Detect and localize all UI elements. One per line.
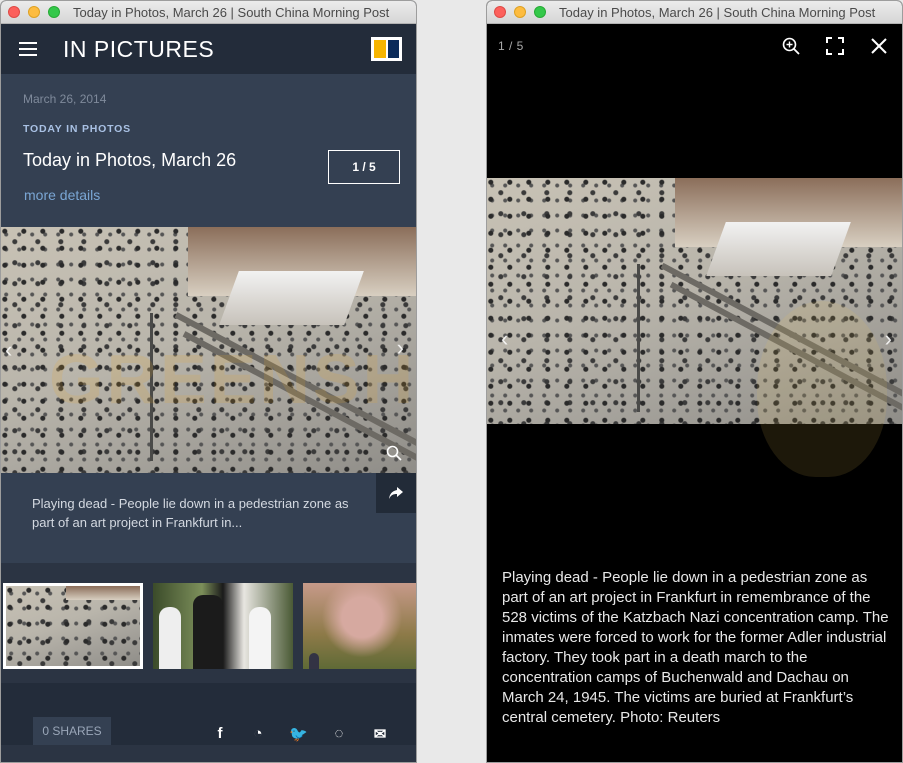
window-zoom-button[interactable] — [534, 6, 546, 18]
chevron-right-icon[interactable]: › — [397, 335, 404, 361]
window-title: Today in Photos, March 26 | South China … — [73, 5, 390, 20]
search-icon[interactable] — [386, 445, 402, 461]
thumbnail-strip — [1, 563, 416, 683]
messenger-icon[interactable]: ◔ — [249, 725, 267, 743]
browser-window-viewer: Today in Photos, March 26 | South China … — [486, 0, 903, 763]
scmp-logo[interactable] — [371, 37, 402, 61]
window-minimize-button[interactable] — [28, 6, 40, 18]
viewer-toolbar: 1 / 5 — [487, 24, 902, 68]
email-icon[interactable]: ✉ — [371, 725, 389, 743]
more-details-link[interactable]: more details — [24, 187, 100, 203]
window-minimize-button[interactable] — [514, 6, 526, 18]
traffic-lights — [8, 6, 60, 18]
zoom-in-icon[interactable] — [782, 37, 800, 55]
window-close-button[interactable] — [8, 6, 20, 18]
watermark: GREENSHOT.FYI — [49, 340, 416, 418]
share-footer: 0 SHARES f ◔ 🐦 ◌ ✉ — [1, 683, 416, 745]
article-kicker[interactable]: TODAY IN PHOTOS — [23, 123, 131, 135]
share-icon — [389, 487, 403, 499]
facebook-icon[interactable]: f — [211, 725, 229, 743]
chevron-right-icon[interactable]: › — [885, 326, 892, 352]
section-title: IN PICTURES — [63, 36, 215, 62]
article-date: March 26, 2014 — [23, 92, 107, 106]
article-headline: Today in Photos, March 26 — [23, 150, 237, 170]
article-info: March 26, 2014 TODAY IN PHOTOS Today in … — [1, 74, 416, 227]
twitter-icon[interactable]: 🐦 — [289, 725, 308, 743]
window-titlebar: Today in Photos, March 26 | South China … — [1, 1, 416, 24]
traffic-lights — [494, 6, 546, 18]
share-button[interactable] — [376, 473, 416, 513]
viewer-caption: Playing dead - People lie down in a pede… — [502, 569, 889, 726]
window-titlebar: Today in Photos, March 26 | South China … — [487, 1, 902, 24]
chevron-left-icon[interactable]: ‹ — [5, 337, 12, 363]
app-header: IN PICTURES — [1, 24, 416, 74]
window-zoom-button[interactable] — [48, 6, 60, 18]
watermark-badge — [757, 301, 887, 477]
fullscreen-icon[interactable] — [826, 37, 844, 55]
gallery-counter: 1 / 5 — [328, 150, 400, 184]
share-count-badge: 0 SHARES — [33, 717, 111, 745]
window-close-button[interactable] — [494, 6, 506, 18]
viewer-counter: 1 / 5 — [498, 39, 524, 53]
photo-caption: Playing dead - People lie down in a pede… — [32, 496, 349, 530]
caption-area: Playing dead - People lie down in a pede… — [1, 473, 416, 576]
browser-window-article: Today in Photos, March 26 | South China … — [0, 0, 417, 763]
thumb-tai-chi[interactable] — [153, 583, 293, 669]
close-icon[interactable] — [870, 37, 888, 55]
gallery-main-photo[interactable]: GREENSHOT.FYI ‹ › — [1, 227, 416, 473]
hamburger-icon[interactable] — [19, 42, 37, 56]
thumb-frankfurt[interactable] — [3, 583, 143, 669]
window-title: Today in Photos, March 26 | South China … — [559, 5, 876, 20]
chevron-left-icon[interactable]: ‹ — [501, 326, 508, 352]
whatsapp-icon[interactable]: ◌ — [330, 725, 348, 743]
thumb-blossom[interactable] — [303, 583, 416, 669]
